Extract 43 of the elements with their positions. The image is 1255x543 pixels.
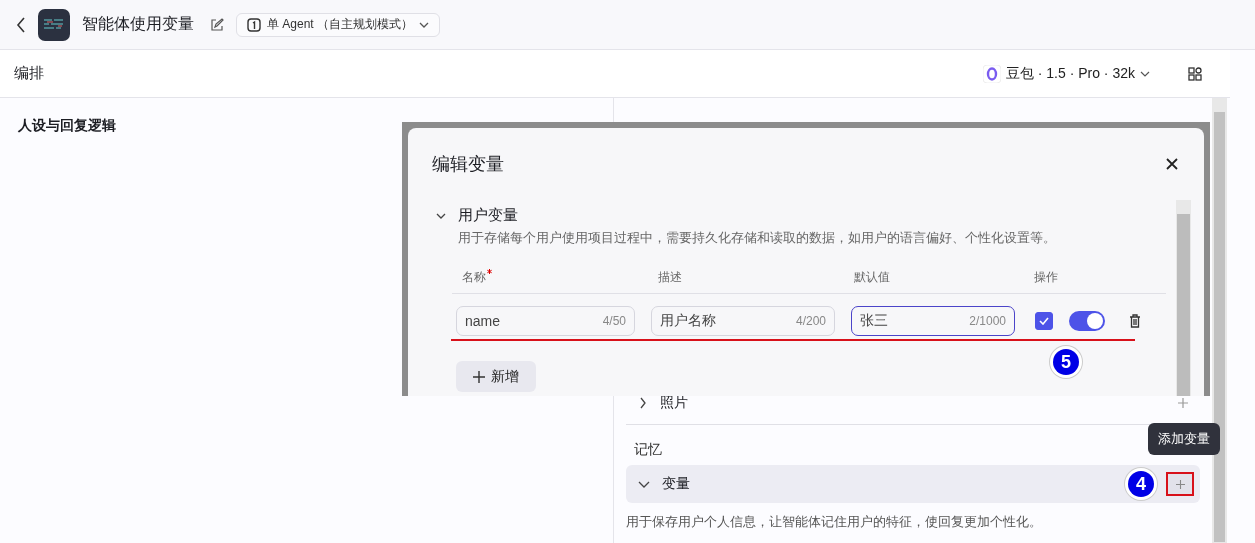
app-logo-icon bbox=[38, 8, 70, 41]
scrollbar[interactable] bbox=[1176, 200, 1191, 396]
tooltip: 添加变量 bbox=[1148, 423, 1220, 455]
trash-icon[interactable] bbox=[1129, 314, 1141, 328]
checkbox[interactable] bbox=[1035, 312, 1053, 330]
scrollbar[interactable] bbox=[1212, 98, 1227, 543]
edit-icon[interactable] bbox=[210, 17, 224, 32]
bot-title: 智能体使用变量 bbox=[82, 14, 194, 34]
toggle-switch[interactable] bbox=[1069, 311, 1105, 331]
number-one-icon bbox=[247, 17, 261, 32]
back-icon[interactable] bbox=[16, 16, 26, 33]
add-button[interactable]: 新增 bbox=[456, 361, 536, 392]
section-label: 照片 bbox=[660, 394, 689, 412]
step-badge: 5 bbox=[1053, 349, 1079, 375]
column-header: 操作 bbox=[1034, 270, 1058, 284]
default-value-field[interactable]: 张三 2/1000 bbox=[851, 306, 1015, 336]
description-field[interactable]: 用户名称 4/200 bbox=[651, 306, 835, 336]
variable-description: 用于保存用户个人信息，让智能体记住用户的特征，使回复更加个性化。 bbox=[626, 513, 1043, 531]
mode-dropdown[interactable]: 单 Agent （自主规划模式） bbox=[236, 12, 441, 37]
plus-icon bbox=[1175, 479, 1185, 489]
chevron-icon[interactable] bbox=[436, 211, 446, 220]
column-header: 名称 bbox=[462, 270, 486, 284]
column-header: 默认值 bbox=[854, 270, 890, 284]
model-selector[interactable]: 豆包 · 1.5 · Pro · 32k bbox=[976, 63, 1156, 84]
close-icon[interactable] bbox=[1166, 158, 1178, 170]
grid-icon[interactable] bbox=[1188, 66, 1202, 81]
chevron-icon[interactable] bbox=[638, 397, 648, 409]
caret-icon bbox=[1140, 70, 1150, 77]
section-title: 编排 bbox=[14, 64, 45, 83]
memory-title: 记忆 bbox=[634, 441, 663, 459]
section-description: 用于存储每个用户使用项目过程中，需要持久化存储和读取的数据，如用户的语言偏好、个性化设置等。 bbox=[458, 229, 1057, 247]
variable-label: 变量 bbox=[662, 475, 691, 493]
name-field[interactable]: name 4/50 bbox=[456, 306, 635, 336]
check-icon bbox=[1039, 317, 1049, 325]
caret-icon bbox=[419, 21, 430, 28]
dialog-title: 编辑变量 bbox=[432, 153, 504, 176]
plus-icon bbox=[473, 370, 485, 383]
add-variable-button[interactable] bbox=[1166, 472, 1194, 496]
column-header: 描述 bbox=[658, 270, 682, 284]
step-badge: 4 bbox=[1128, 471, 1154, 497]
model-logo-icon bbox=[982, 64, 1001, 83]
persona-title: 人设与回复逻辑 bbox=[18, 117, 116, 133]
user-variables-title: 用户变量 bbox=[458, 206, 518, 225]
